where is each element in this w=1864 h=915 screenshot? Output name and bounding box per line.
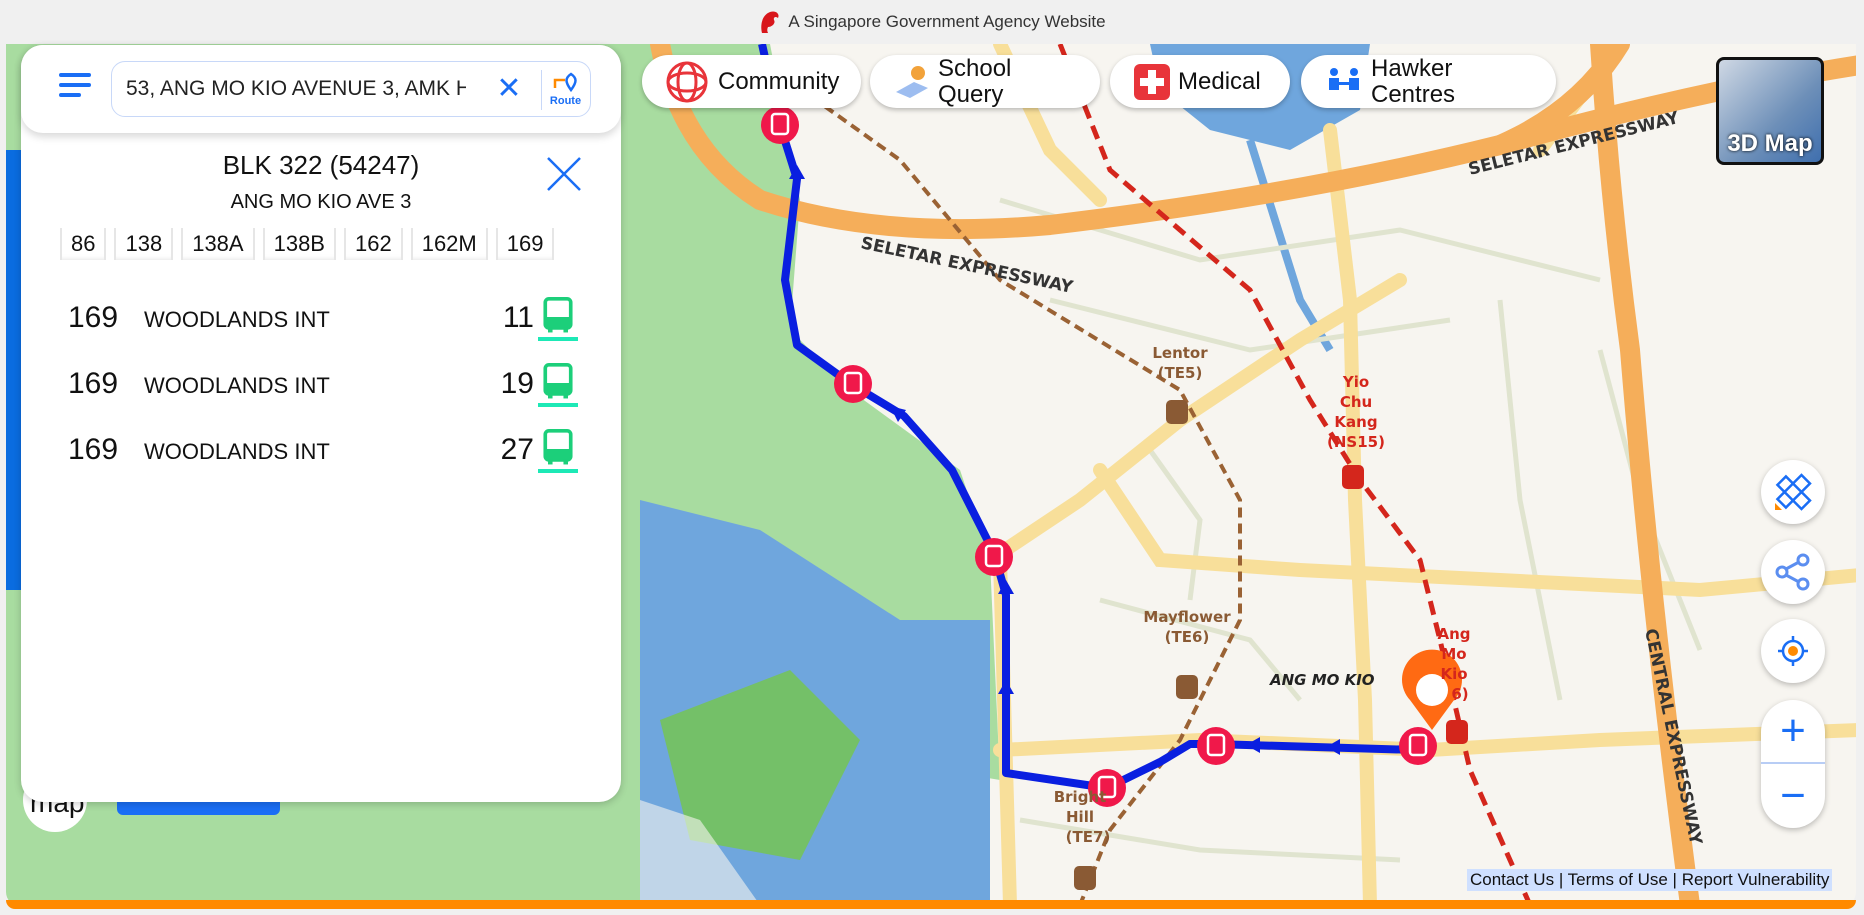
hamburger-icon [59, 73, 91, 77]
arrival-service: 169 [68, 433, 119, 466]
zoom-in-button[interactable]: + [1761, 700, 1825, 764]
svg-text:Ang: Ang [1437, 625, 1470, 643]
zoom-control: + − [1761, 700, 1825, 828]
community-icon [666, 61, 708, 102]
service-chip[interactable]: 86 [60, 228, 107, 260]
svg-text:(NS15): (NS15) [1327, 433, 1385, 451]
category-label: Medical [1178, 67, 1261, 95]
hawker-icon [1329, 67, 1359, 90]
map-label: ANG MO KIO [1269, 671, 1375, 689]
contact-us-link[interactable]: Contact Us [1470, 870, 1554, 889]
svg-text:6): 6) [1451, 685, 1468, 703]
crosshair-icon [1778, 636, 1808, 666]
share-icon [1775, 553, 1810, 591]
route-button[interactable]: Route [541, 70, 589, 110]
terms-of-use-link[interactable]: Terms of Use [1568, 870, 1668, 889]
lion-head-icon [761, 11, 779, 33]
category-school-query[interactable]: School Query [870, 55, 1100, 108]
bus-icon [538, 429, 578, 473]
svg-text:(TE5): (TE5) [1158, 364, 1203, 382]
gov-banner: A Singapore Government Agency Website [0, 0, 1864, 44]
service-chip[interactable]: 138B [262, 228, 336, 260]
svg-text:Mo: Mo [1441, 645, 1466, 663]
arrival-destination: WOODLANDS INT [144, 439, 330, 464]
arrival-row[interactable]: 169 WOODLANDS INT 27 [68, 425, 608, 475]
3d-map-button[interactable]: 3D Map [1716, 57, 1824, 165]
svg-text:(TE7): (TE7) [1066, 828, 1111, 846]
arrival-minutes: 27 [500, 433, 534, 466]
svg-text:(TE6): (TE6) [1165, 628, 1210, 646]
service-chip[interactable]: 138 [114, 228, 174, 260]
clear-search-button[interactable]: ✕ [494, 74, 524, 104]
category-label: School Query [938, 54, 1012, 108]
category-label: Community [718, 67, 840, 95]
svg-text:Kang: Kang [1334, 413, 1377, 431]
svg-text:Bright: Bright [1054, 788, 1107, 806]
arrival-destination: WOODLANDS INT [144, 307, 330, 332]
bus-icon [538, 297, 578, 341]
arrival-minutes: 19 [500, 367, 534, 400]
arrival-destination: WOODLANDS INT [144, 373, 330, 398]
svg-text:Mayflower: Mayflower [1143, 608, 1231, 626]
bus-stop-road: ANG MO KIO AVE 3 [230, 191, 412, 213]
svg-text:Yio: Yio [1342, 373, 1369, 391]
menu-button[interactable] [59, 73, 91, 101]
service-chip[interactable]: 162 [343, 228, 403, 260]
svg-text:Lentor: Lentor [1152, 344, 1208, 362]
route-label: Route [549, 95, 582, 107]
service-list: 86 138 138A 138B 162 162M 169 [60, 228, 562, 260]
search-box: ✕ Route [111, 61, 591, 117]
footer-links: Contact Us | Terms of Use | Report Vulne… [1467, 869, 1833, 891]
share-button[interactable] [1761, 540, 1825, 604]
svg-text:Chu: Chu [1340, 393, 1372, 411]
3d-map-label: 3D Map [1727, 130, 1813, 157]
arrival-row[interactable]: 169 WOODLANDS INT 11 [68, 293, 608, 343]
svg-text:Hill: Hill [1066, 808, 1094, 826]
route-pin-icon [553, 72, 577, 93]
bus-stop-title: BLK 322 (54247) [222, 150, 420, 180]
category-label: Hawker Centres [1371, 54, 1456, 108]
search-card: ✕ Route [21, 45, 621, 133]
medical-cross-icon [1134, 63, 1170, 100]
school-icon [896, 65, 928, 98]
zoom-out-button[interactable]: − [1761, 764, 1825, 828]
gov-banner-text: A Singapore Government Agency Website [788, 12, 1106, 31]
arrival-service: 169 [68, 301, 119, 334]
search-input[interactable] [126, 74, 466, 104]
service-chip[interactable]: 169 [495, 228, 555, 260]
close-panel-button[interactable] [545, 155, 583, 193]
draw-measure-button[interactable] [1761, 460, 1825, 524]
footer-accent-bar [6, 900, 1856, 909]
service-chip[interactable]: 138A [181, 228, 255, 260]
arrival-minutes: 11 [502, 301, 534, 334]
svg-text:Kio: Kio [1440, 665, 1467, 683]
bus-icon [538, 363, 578, 407]
arrival-service: 169 [68, 367, 119, 400]
report-vulnerability-link[interactable]: Report Vulnerability [1682, 870, 1830, 889]
arrival-row[interactable]: 169 WOODLANDS INT 19 [68, 359, 608, 409]
ruler-pencil-icon [1775, 473, 1812, 511]
category-community[interactable]: Community [642, 55, 861, 108]
locate-me-button[interactable] [1761, 619, 1825, 683]
service-chip[interactable]: 162M [410, 228, 488, 260]
category-hawker-centres[interactable]: Hawker Centres [1301, 55, 1556, 108]
category-medical[interactable]: Medical [1110, 55, 1290, 108]
